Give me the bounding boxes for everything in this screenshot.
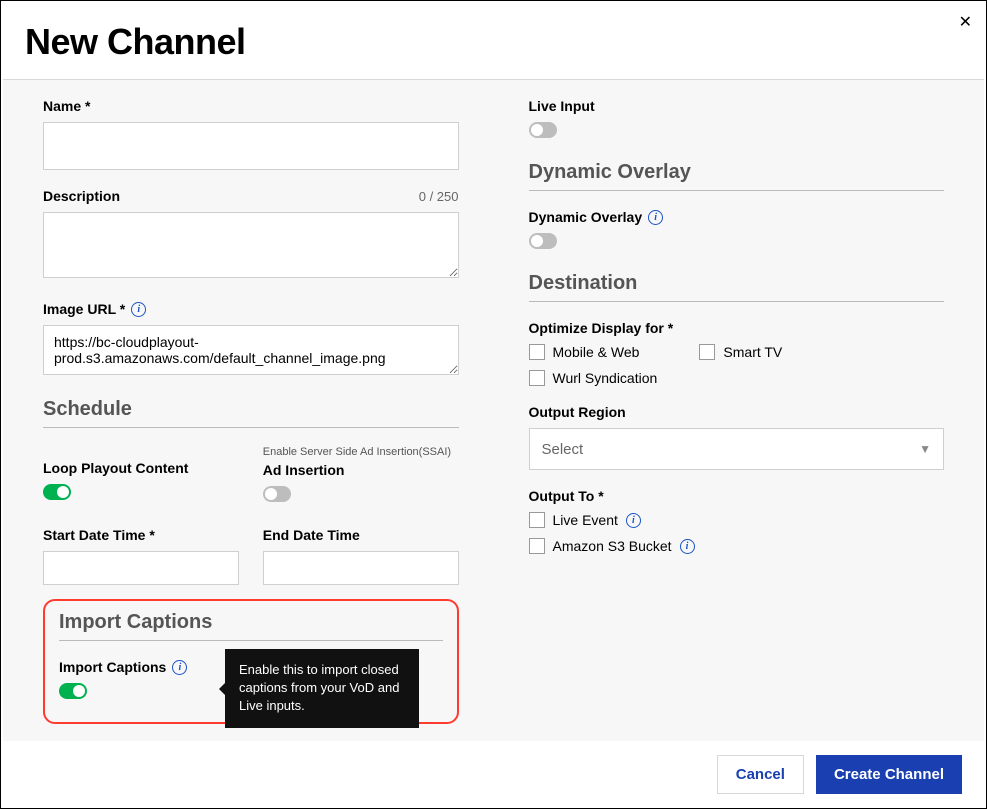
ad-insertion-label: Ad Insertion <box>263 462 459 478</box>
description-counter: 0 / 250 <box>419 189 459 204</box>
info-icon[interactable]: i <box>648 210 663 225</box>
close-icon[interactable]: ✕ <box>959 15 972 31</box>
description-label: Description <box>43 188 120 204</box>
optimize-display-label: Optimize Display for * <box>529 320 945 336</box>
start-datetime-label: Start Date Time * <box>43 527 239 543</box>
checkbox-icon[interactable] <box>699 344 715 360</box>
checkbox-s3-bucket[interactable]: Amazon S3 Bucket i <box>529 538 945 554</box>
end-datetime-input[interactable] <box>263 551 459 585</box>
destination-title: Destination <box>529 272 945 302</box>
dynamic-overlay-title: Dynamic Overlay <box>529 161 945 191</box>
import-captions-highlight: Import Captions Import Captions i Enable… <box>43 599 459 724</box>
modal-footer: Cancel Create Channel <box>1 741 986 808</box>
dynamic-overlay-field: Dynamic Overlay i <box>529 209 945 254</box>
schedule-section-title: Schedule <box>43 398 459 428</box>
modal-content: Name * Description 0 / 250 Image URL * i… <box>3 79 984 741</box>
ssai-hint: Enable Server Side Ad Insertion(SSAI) <box>263 446 459 458</box>
end-datetime-field: End Date Time <box>263 527 459 585</box>
chevron-down-icon: ▼ <box>919 442 931 456</box>
info-icon[interactable]: i <box>131 302 146 317</box>
checkbox-mobile-web[interactable]: Mobile & Web <box>529 344 640 360</box>
loop-playout-field: Loop Playout Content <box>43 446 239 507</box>
start-datetime-input[interactable] <box>43 551 239 585</box>
optimize-display-field: Optimize Display for * Mobile & Web Smar… <box>529 320 945 386</box>
ad-insertion-field: Enable Server Side Ad Insertion(SSAI) Ad… <box>263 446 459 507</box>
live-input-toggle[interactable] <box>529 122 557 138</box>
import-captions-title: Import Captions <box>59 611 443 641</box>
name-label: Name * <box>43 98 459 114</box>
ad-insertion-toggle[interactable] <box>263 486 291 502</box>
dynamic-overlay-label: Dynamic Overlay i <box>529 209 945 225</box>
schedule-toggles-row: Loop Playout Content Enable Server Side … <box>43 446 459 507</box>
output-region-field: Output Region Select ▼ <box>529 404 945 470</box>
end-datetime-label: End Date Time <box>263 527 459 543</box>
start-datetime-field: Start Date Time * <box>43 527 239 585</box>
live-input-label: Live Input <box>529 98 945 114</box>
name-input[interactable] <box>43 122 459 170</box>
info-icon[interactable]: i <box>626 513 641 528</box>
output-region-select[interactable]: Select ▼ <box>529 428 945 470</box>
modal-header: New Channel <box>1 1 986 63</box>
checkbox-wurl[interactable]: Wurl Syndication <box>529 370 945 386</box>
checkbox-live-event[interactable]: Live Event i <box>529 512 945 528</box>
image-url-input[interactable]: https://bc-cloudplayout-prod.s3.amazonaw… <box>43 325 459 375</box>
output-to-field: Output To * Live Event i Amazon S3 Bucke… <box>529 488 945 554</box>
live-input-field: Live Input <box>529 98 945 143</box>
new-channel-modal: ✕ New Channel Name * Description 0 / 250… <box>1 1 986 808</box>
output-region-label: Output Region <box>529 404 945 420</box>
info-icon[interactable]: i <box>680 539 695 554</box>
image-url-label: Image URL * i <box>43 301 459 317</box>
checkbox-icon[interactable] <box>529 538 545 554</box>
name-field: Name * <box>43 98 459 170</box>
checkbox-icon[interactable] <box>529 370 545 386</box>
import-captions-tooltip: Enable this to import closed captions fr… <box>225 649 419 728</box>
cancel-button[interactable]: Cancel <box>717 755 804 794</box>
left-column: Name * Description 0 / 250 Image URL * i… <box>43 80 459 721</box>
checkbox-icon[interactable] <box>529 344 545 360</box>
info-icon[interactable]: i <box>172 660 187 675</box>
description-textarea[interactable] <box>43 212 459 278</box>
right-column: Live Input Dynamic Overlay Dynamic Overl… <box>529 80 945 721</box>
output-to-label: Output To * <box>529 488 945 504</box>
dynamic-overlay-toggle[interactable] <box>529 233 557 249</box>
import-captions-toggle[interactable] <box>59 683 87 699</box>
image-url-field: Image URL * i https://bc-cloudplayout-pr… <box>43 301 459 380</box>
loop-playout-toggle[interactable] <box>43 484 71 500</box>
modal-title: New Channel <box>25 21 962 63</box>
description-field: Description 0 / 250 <box>43 188 459 283</box>
datetime-row: Start Date Time * End Date Time <box>43 527 459 585</box>
checkbox-icon[interactable] <box>529 512 545 528</box>
loop-playout-label: Loop Playout Content <box>43 460 239 476</box>
checkbox-smart-tv[interactable]: Smart TV <box>699 344 782 360</box>
create-channel-button[interactable]: Create Channel <box>816 755 962 794</box>
